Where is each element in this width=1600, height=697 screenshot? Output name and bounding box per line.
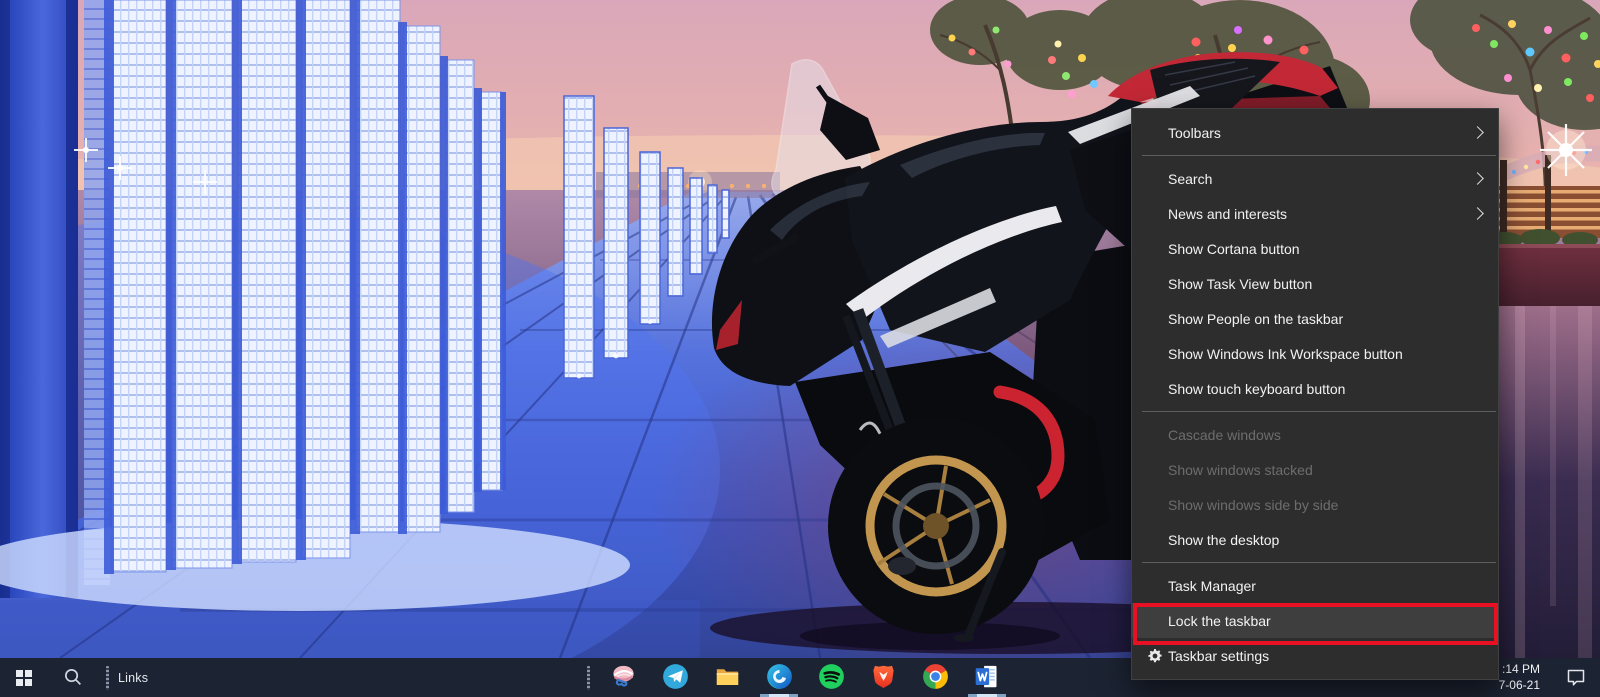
menu-separator — [1142, 155, 1496, 156]
taskbar-app-telegram[interactable] — [649, 658, 701, 697]
menu-item-show-windows-side-by-side: Show windows side by side — [1132, 487, 1498, 522]
clock-time: :14 PM — [1499, 661, 1540, 677]
menu-item-show-task-view-button[interactable]: Show Task View button — [1132, 266, 1498, 301]
gear-icon — [1147, 648, 1163, 664]
taskbar-app-spotify[interactable] — [805, 658, 857, 697]
taskbar-app-chrome[interactable] — [909, 658, 961, 697]
file-explorer-icon — [714, 663, 741, 693]
menu-item-label: Show Task View button — [1168, 276, 1312, 292]
taskbar-app-brave[interactable] — [857, 658, 909, 697]
taskbar-search-button[interactable] — [48, 658, 96, 697]
menu-item-show-the-desktop[interactable]: Show the desktop — [1132, 522, 1498, 557]
menu-item-label: Taskbar settings — [1168, 648, 1269, 664]
menu-item-news-and-interests[interactable]: News and interests — [1132, 196, 1498, 231]
apps-grip[interactable] — [587, 666, 590, 690]
taskbar-clock[interactable]: :14 PM 7-06-21 — [1499, 661, 1540, 693]
menu-item-label: Cascade windows — [1168, 427, 1281, 443]
menu-item-toolbars[interactable]: Toolbars — [1132, 115, 1498, 150]
menu-separator — [1142, 411, 1496, 412]
taskbar-app-file-explorer[interactable] — [701, 658, 753, 697]
menu-item-label: Show windows side by side — [1168, 497, 1338, 513]
menu-item-task-manager[interactable]: Task Manager — [1132, 568, 1498, 603]
menu-item-lock-the-taskbar[interactable]: Lock the taskbar — [1132, 603, 1498, 638]
menu-item-label: Task Manager — [1168, 578, 1256, 594]
menu-item-show-windows-ink-workspace-button[interactable]: Show Windows Ink Workspace button — [1132, 336, 1498, 371]
start-button[interactable] — [0, 658, 48, 697]
menu-item-search[interactable]: Search — [1132, 161, 1498, 196]
microsoft-word-icon — [974, 663, 1001, 693]
taskbar-context-menu: Toolbars Search News and interests Show … — [1131, 108, 1499, 680]
menu-item-label: Search — [1168, 171, 1212, 187]
submenu-chevron-icon — [1471, 126, 1484, 139]
menu-separator — [1142, 562, 1496, 563]
menu-item-label: Show the desktop — [1168, 532, 1279, 548]
brave-icon — [870, 663, 897, 693]
menu-item-label: Show People on the taskbar — [1168, 311, 1343, 327]
menu-item-show-touch-keyboard-button[interactable]: Show touch keyboard button — [1132, 371, 1498, 406]
menu-item-show-cortana-button[interactable]: Show Cortana button — [1132, 231, 1498, 266]
taskbar-app-word[interactable] — [961, 658, 1013, 697]
menu-item-label: Show touch keyboard button — [1168, 381, 1345, 397]
windows-logo-icon — [16, 670, 32, 686]
menu-item-label: Show windows stacked — [1168, 462, 1313, 478]
menu-item-taskbar-settings[interactable]: Taskbar settings — [1132, 638, 1498, 673]
menu-item-label: Show Windows Ink Workspace button — [1168, 346, 1403, 362]
toolbar-grip[interactable] — [106, 666, 109, 690]
chrome-icon — [922, 663, 949, 693]
menu-item-label: Toolbars — [1168, 125, 1221, 141]
taskbar-app-edge[interactable] — [753, 658, 805, 697]
taskbar-app-shell[interactable] — [597, 658, 649, 697]
menu-item-show-windows-stacked: Show windows stacked — [1132, 452, 1498, 487]
menu-item-label: Lock the taskbar — [1168, 613, 1271, 629]
menu-item-cascade-windows: Cascade windows — [1132, 417, 1498, 452]
submenu-chevron-icon — [1471, 172, 1484, 185]
search-icon — [63, 667, 82, 689]
menu-item-label: Show Cortana button — [1168, 241, 1300, 257]
links-toolbar[interactable]: Links — [118, 671, 148, 685]
clock-date: 7-06-21 — [1499, 677, 1540, 693]
taskbar-app-icons — [587, 658, 1013, 697]
shell-app-icon — [610, 663, 637, 693]
desktop-screen: Links — [0, 0, 1600, 697]
action-center-button[interactable] — [1564, 666, 1588, 690]
menu-item-show-people-on-the-taskbar[interactable]: Show People on the taskbar — [1132, 301, 1498, 336]
submenu-chevron-icon — [1471, 207, 1484, 220]
menu-item-label: News and interests — [1168, 206, 1287, 222]
spotify-icon — [818, 663, 845, 693]
links-toolbar-label: Links — [118, 671, 148, 685]
telegram-icon — [662, 663, 689, 693]
microsoft-edge-icon — [766, 663, 793, 693]
action-center-icon — [1565, 676, 1587, 691]
